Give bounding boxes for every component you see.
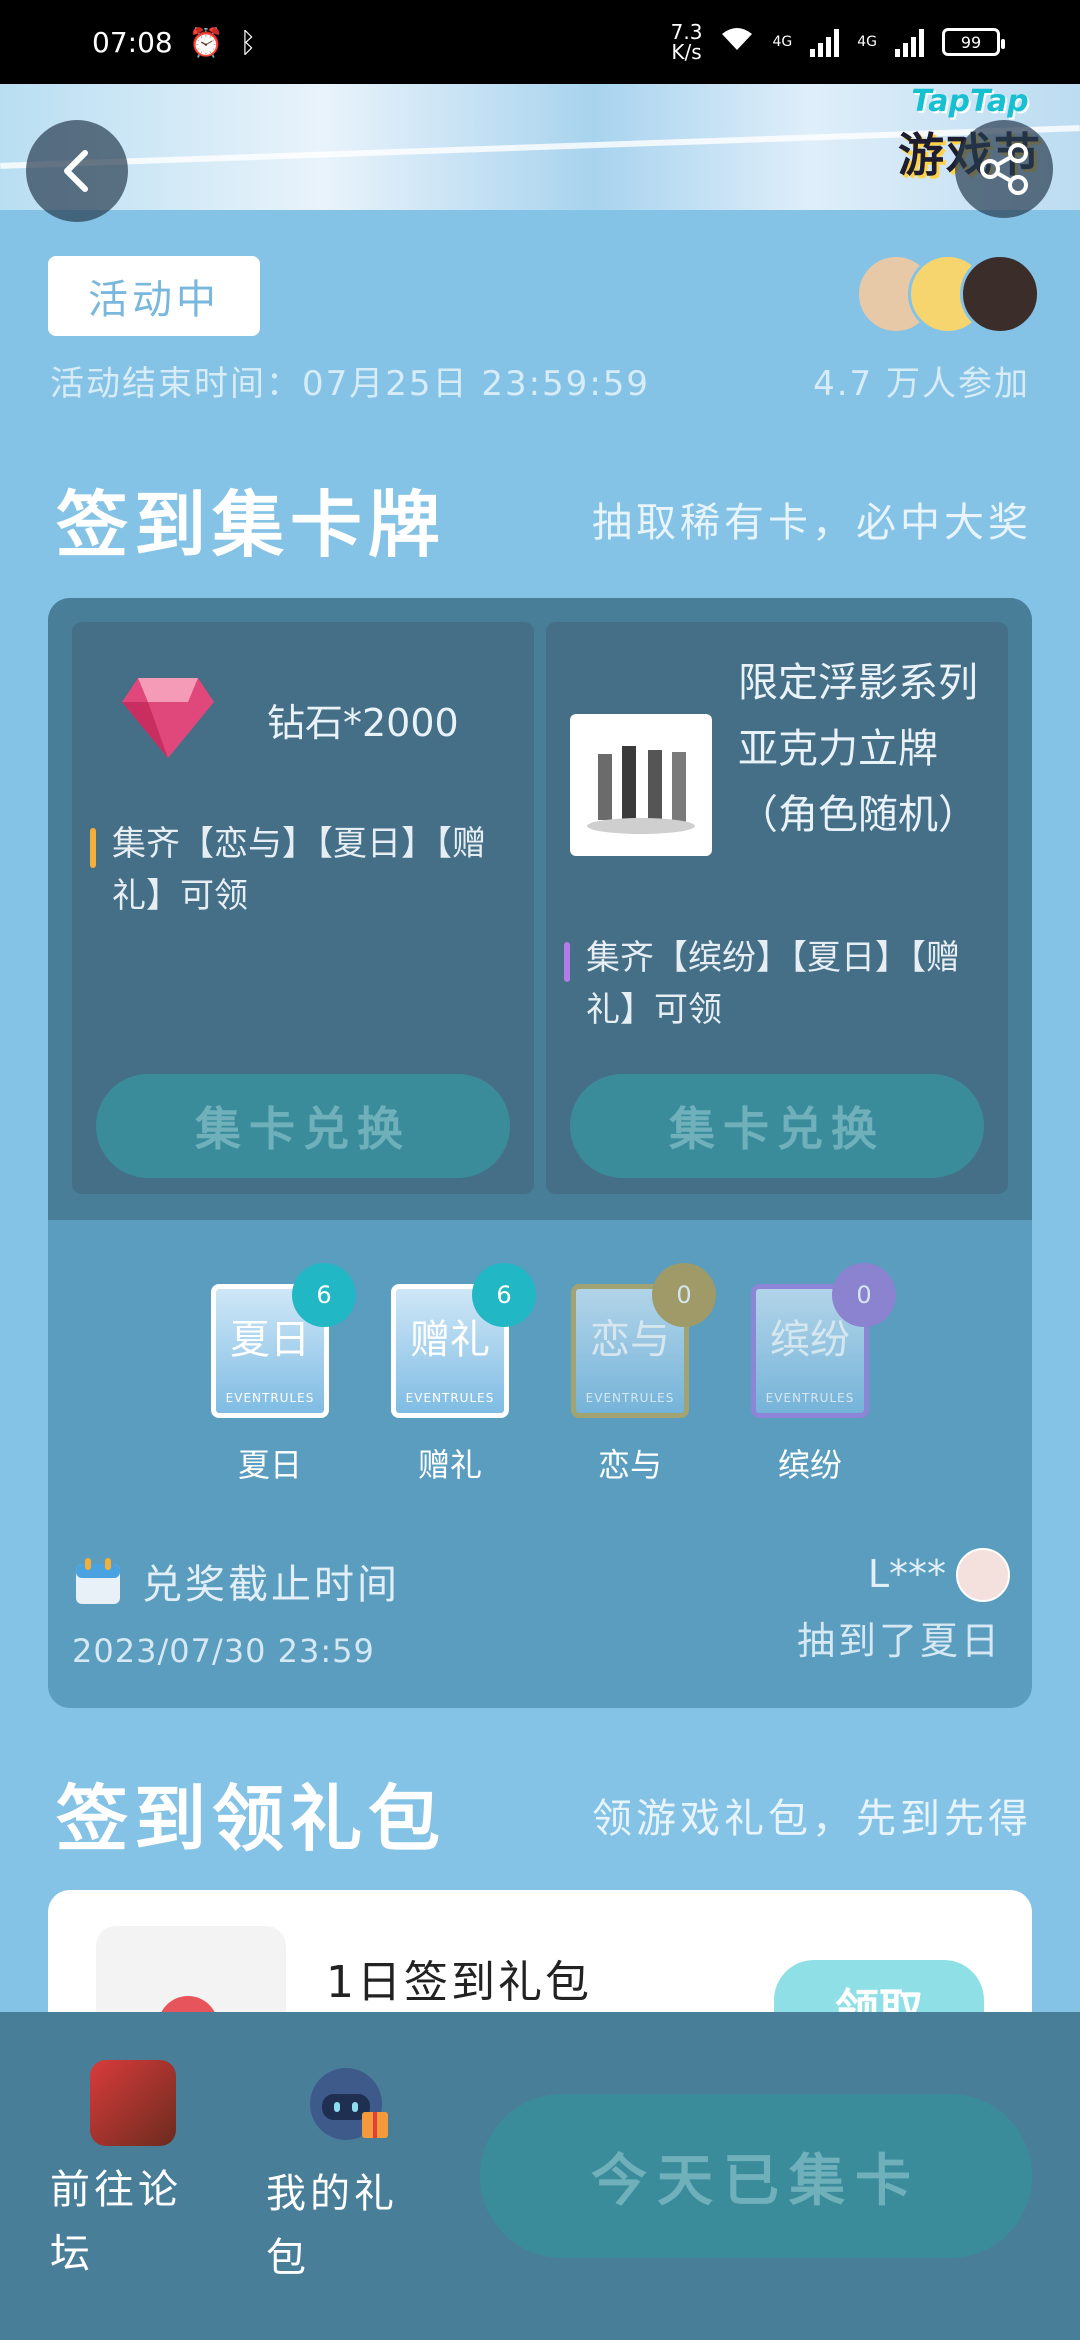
my-gifts-link[interactable]: 我的礼包 xyxy=(266,2060,426,2290)
wifi-icon xyxy=(720,26,754,59)
signal-icon xyxy=(810,27,840,57)
card-collection: 夏日 EVENTRULES 6 夏日 赠礼 EVENTRULES 6 赠礼 恋与… xyxy=(48,1263,1032,1484)
card-colorful[interactable]: 缤纷 EVENTRULES 0 xyxy=(751,1263,896,1418)
activity-status-badge: 活动中 xyxy=(48,256,260,336)
back-button[interactable] xyxy=(26,120,128,222)
redeem-button[interactable]: 集卡兑换 xyxy=(96,1074,510,1178)
status-bar: 07:08 ⏰ ᛒ 7.3 K/s 4G 4G 99 xyxy=(0,0,1080,84)
section-subtitle-cards: 抽取稀有卡，必中大奖 xyxy=(592,500,1032,546)
prize-card-diamonds: 钻石*2000 集齐【恋与】【夏日】【赠礼】可领 集卡兑换 xyxy=(72,622,534,1194)
card-collect-panel: 钻石*2000 集齐【恋与】【夏日】【赠礼】可领 集卡兑换 限定浮影系列亚克力立… xyxy=(48,598,1032,1708)
deadline-value: 2023/07/30 23:59 xyxy=(72,1632,375,1670)
card-label: 赠礼 xyxy=(417,1446,482,1484)
prize-name: 限定浮影系列亚克力立牌（角色随机） xyxy=(738,660,978,838)
section-subtitle-gifts: 领游戏礼包，先到先得 xyxy=(592,1796,1032,1842)
participant-avatars[interactable] xyxy=(856,254,1040,336)
battery-icon: 99 xyxy=(942,28,1005,56)
card-summer[interactable]: 夏日 EVENTRULES 6 xyxy=(211,1263,356,1418)
deadline-label: 兑奖截止时间 xyxy=(142,1562,400,1608)
prize-requirement: 集齐【恋与】【夏日】【赠礼】可领 xyxy=(90,818,490,922)
network-type-1: 4G xyxy=(772,34,793,50)
feed-username: L*** xyxy=(867,1552,946,1596)
diamond-icon xyxy=(122,678,214,758)
acrylic-stand-image xyxy=(570,714,712,856)
card-label: 夏日 xyxy=(237,1446,302,1484)
share-icon xyxy=(980,143,1028,195)
prize-requirement: 集齐【缤纷】【夏日】【赠礼】可领 xyxy=(564,932,964,1036)
signal-icon xyxy=(895,27,924,57)
participant-count: 4.7 万人参加 xyxy=(813,364,1030,404)
gift-pack-name: 1日签到礼包 xyxy=(326,1957,592,2008)
clock: 07:08 xyxy=(92,25,173,59)
redeem-button[interactable]: 集卡兑换 xyxy=(570,1074,984,1178)
card-count-badge: 6 xyxy=(472,1263,536,1327)
card-label: 缤纷 xyxy=(777,1446,842,1484)
bottom-action-bar: 前往论坛 我的礼包 今天已集卡 xyxy=(0,2012,1080,2340)
forum-link[interactable]: 前往论坛 xyxy=(50,2060,210,2286)
card-count-badge: 6 xyxy=(292,1263,356,1327)
card-count-badge: 0 xyxy=(652,1263,716,1327)
gift-robot-icon xyxy=(310,2068,388,2140)
activity-end-time: 活动结束时间：07月25日 23:59:59 xyxy=(50,364,651,404)
section-title-gifts: 签到领礼包 xyxy=(56,1776,447,1861)
card-count-badge: 0 xyxy=(832,1263,896,1327)
card-love[interactable]: 恋与 EVENTRULES 0 xyxy=(571,1263,716,1418)
avatar xyxy=(956,1548,1010,1602)
card-gift[interactable]: 赠礼 EVENTRULES 6 xyxy=(391,1263,536,1418)
network-type-2: 4G xyxy=(857,34,877,50)
net-speed: 7.3 K/s xyxy=(670,20,703,64)
feed-message: 抽到了夏日 xyxy=(796,1619,1002,1663)
back-icon xyxy=(64,150,88,192)
collect-card-button[interactable]: 今天已集卡 xyxy=(480,2094,1032,2258)
alarm-icon: ⏰ xyxy=(188,25,224,59)
avatar xyxy=(960,254,1040,334)
share-button[interactable] xyxy=(955,120,1053,218)
prize-card-acrylic-stand: 限定浮影系列亚克力立牌（角色随机） 集齐【缤纷】【夏日】【赠礼】可领 集卡兑换 xyxy=(546,622,1008,1194)
calendar-icon xyxy=(76,1558,120,1604)
card-label: 恋与 xyxy=(597,1446,662,1484)
section-title-cards: 签到集卡牌 xyxy=(56,482,447,567)
bluetooth-icon: ᛒ xyxy=(239,25,257,59)
prize-name: 钻石*2000 xyxy=(267,701,459,745)
forum-icon xyxy=(90,2060,176,2146)
